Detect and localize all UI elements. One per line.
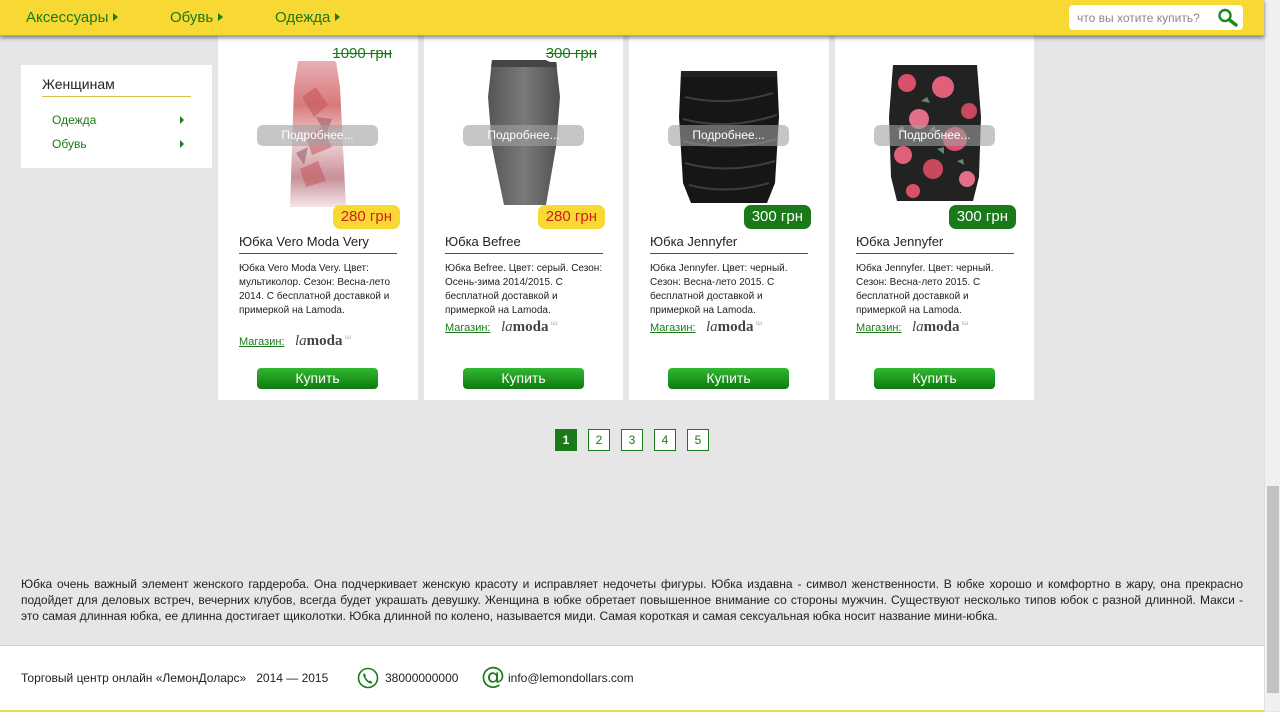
price-badge: 280 грн	[332, 205, 400, 229]
details-button[interactable]: Подробнее...	[874, 125, 995, 146]
search-icon[interactable]	[1217, 8, 1239, 27]
price-badge: 280 грн	[537, 205, 605, 229]
footer-copyright: Торговый центр онлайн «ЛемонДоларс» 2014…	[21, 671, 329, 685]
buy-button[interactable]: Купить	[668, 368, 789, 389]
triangle-right-icon	[218, 13, 224, 21]
sidebar-item-shoes[interactable]: Обувь	[52, 137, 184, 151]
lamoda-logo[interactable]: lamoda ua	[295, 333, 351, 350]
product-description: Юбка Jennyfer. Цвет: черный. Сезон: Весн…	[650, 263, 788, 316]
footer: Торговый центр онлайн «ЛемонДоларс» 2014…	[0, 645, 1264, 712]
product-description: Юбка Vero Moda Very. Цвет: мультиколор. …	[239, 263, 391, 316]
nav-item-label: Обувь	[170, 9, 214, 26]
product-card: 1090 грн Подробнее... 280 грн Юбка Vero …	[218, 35, 418, 400]
old-price: 1090 грн	[328, 45, 396, 62]
sidebar: Женщинам Одежда Обувь	[21, 65, 212, 168]
triangle-right-icon	[180, 140, 184, 148]
page-button-5[interactable]: 5	[687, 429, 709, 451]
product-title[interactable]: Юбка Befree	[445, 234, 603, 254]
triangle-right-icon	[335, 13, 341, 21]
scrollbar-thumb[interactable]	[1267, 486, 1279, 693]
email-at-icon: @	[481, 662, 505, 690]
search-box	[1069, 5, 1243, 30]
nav-item-clothing[interactable]: Одежда	[275, 9, 341, 26]
store-label[interactable]: Магазин:	[856, 322, 902, 334]
page-button-4[interactable]: 4	[654, 429, 676, 451]
product-card: Подробнее... 300 грн Юбка Jennyfer Юбка …	[629, 35, 829, 400]
details-button[interactable]: Подробнее...	[668, 125, 789, 146]
price-badge: 300 грн	[948, 205, 1016, 229]
sidebar-item-label: Обувь	[52, 137, 87, 151]
store-label[interactable]: Магазин:	[650, 322, 696, 334]
triangle-right-icon	[180, 116, 184, 124]
category-description-text: Юбка очень важный элемент женского гарде…	[21, 577, 1243, 623]
page-scrollbar[interactable]	[1264, 0, 1280, 711]
store-row: Магазин: lamoda ua	[856, 319, 1026, 338]
product-title[interactable]: Юбка Vero Moda Very	[239, 234, 397, 254]
old-price: 300 грн	[541, 45, 601, 62]
store-row: Магазин: lamoda ua	[239, 333, 409, 352]
lamoda-logo[interactable]: lamoda ua	[912, 319, 968, 336]
store-row: Магазин: lamoda ua	[445, 319, 615, 338]
footer-email[interactable]: info@lemondollars.com	[508, 671, 634, 685]
nav-item-shoes[interactable]: Обувь	[170, 9, 224, 26]
nav-item-label: Одежда	[275, 9, 331, 26]
nav-item-label: Аксессуары	[26, 9, 109, 26]
details-button[interactable]: Подробнее...	[463, 125, 584, 146]
search-input[interactable]	[1077, 9, 1212, 26]
page-button-3[interactable]: 3	[621, 429, 643, 451]
product-description: Юбка Jennyfer. Цвет: черный. Сезон: Весн…	[856, 263, 994, 316]
store-label[interactable]: Магазин:	[239, 336, 285, 348]
product-card: 300 грн Подробнее... 280 грн Юбка Befree…	[424, 35, 623, 400]
page-button-1[interactable]: 1	[555, 429, 577, 451]
product-description: Юбка Befree. Цвет: серый. Сезон: Осень-з…	[445, 263, 603, 316]
store-row: Магазин: lamoda ua	[650, 319, 820, 338]
sidebar-title: Женщинам	[42, 76, 191, 97]
price-badge: 300 грн	[743, 205, 811, 229]
triangle-right-icon	[113, 13, 119, 21]
product-card: Подробнее... 300 грн Юбка Jennyfer Юбка …	[835, 35, 1034, 400]
details-button[interactable]: Подробнее...	[257, 125, 378, 146]
store-label[interactable]: Магазин:	[445, 322, 491, 334]
sidebar-item-label: Одежда	[52, 113, 97, 127]
nav-item-accessories[interactable]: Аксессуары	[26, 9, 119, 26]
lamoda-logo[interactable]: lamoda ua	[501, 319, 557, 336]
buy-button[interactable]: Купить	[257, 368, 378, 389]
page-button-2[interactable]: 2	[588, 429, 610, 451]
lamoda-logo[interactable]: lamoda ua	[706, 319, 762, 336]
product-title[interactable]: Юбка Jennyfer	[650, 234, 808, 254]
footer-phone[interactable]: 38000000000	[385, 671, 458, 685]
buy-button[interactable]: Купить	[463, 368, 584, 389]
buy-button[interactable]: Купить	[874, 368, 995, 389]
product-title[interactable]: Юбка Jennyfer	[856, 234, 1014, 254]
top-navigation-bar: Аксессуары Обувь Одежда	[0, 0, 1264, 36]
phone-icon	[357, 667, 379, 689]
sidebar-item-clothing[interactable]: Одежда	[52, 113, 184, 127]
